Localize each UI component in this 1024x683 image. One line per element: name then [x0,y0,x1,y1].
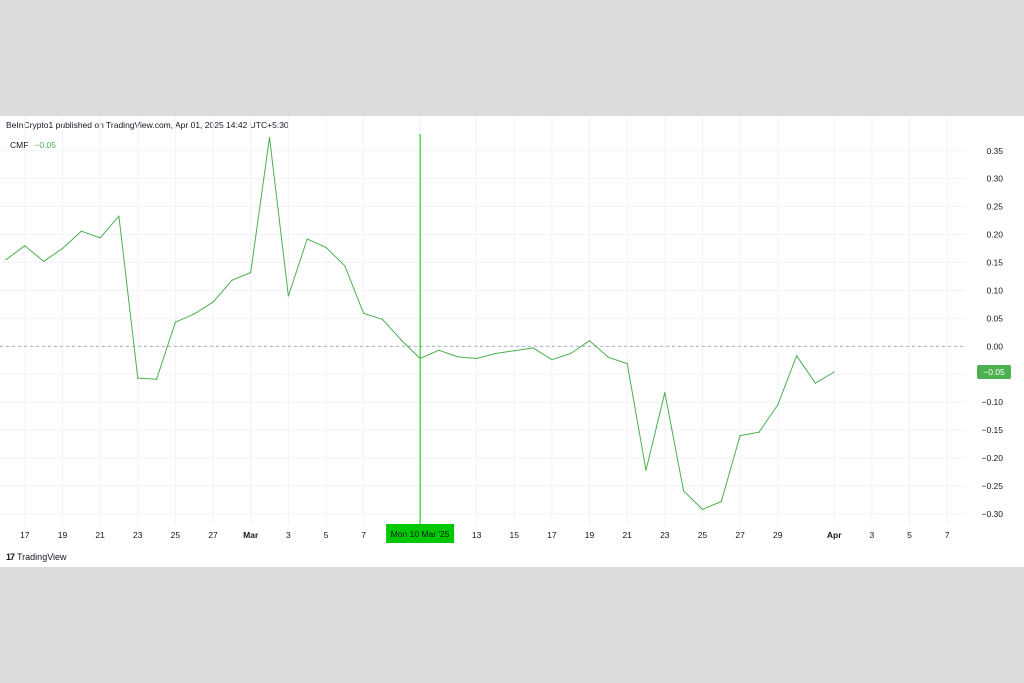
x-tick-label: 5 [907,530,912,540]
last-value-label: −0.05 [977,364,1011,379]
cmf-data-point [457,356,459,358]
cmf-data-point [607,356,609,359]
tradingview-logo[interactable]: 17 TradingView [6,552,67,562]
cmf-data-point [551,359,553,361]
cmf-data-point [306,238,308,240]
y-tick-label: 0.10 [986,285,1003,295]
cmf-data-point [570,352,572,355]
y-tick-label: 0.00 [986,341,1003,351]
cmf-data-point [739,435,741,437]
x-axis-labels: 17 19 21 23 25 27 Mar 3 5 7 13 15 17 19 21 23 25 27 29 Apr 3… [20,530,950,540]
x-tick-label: 25 [171,530,181,540]
cmf-data-point [118,215,120,217]
cmf-data-point [494,352,497,355]
x-tick-label: 25 [698,530,708,540]
cmf-data-point [174,321,177,323]
x-tick-label: 19 [58,530,68,540]
x-tick-label: 5 [324,530,329,540]
x-tick-label: 17 [20,530,30,540]
cmf-data-point [61,247,64,250]
cmf-data-point [758,431,760,433]
cmf-data-point [683,490,685,492]
cmf-data-point [438,349,440,351]
cmf-data-point [795,355,798,357]
last-value-text: −0.05 [983,367,1005,377]
cmf-data-point [419,357,421,360]
crosshair-date-text: Mon 10 Mar '25 [391,529,450,539]
x-tick-label: 17 [547,530,557,540]
crosshair-date-label: Mon 10 Mar '25 [386,524,455,543]
cmf-data-point [381,318,384,321]
cmf-data-point [325,246,327,248]
cmf-data-point [43,260,45,262]
x-tick-label: 29 [773,530,783,540]
cmf-data-point [400,339,402,341]
indicator-legend[interactable]: CMF −0.05 [10,140,56,150]
x-tick-label: 15 [510,530,520,540]
tradingview-logo-icon: 17 [6,552,15,562]
x-tick-label: 27 [735,530,745,540]
x-tick-label: 7 [361,530,366,540]
y-tick-label: −0.15 [981,425,1003,435]
x-tick-label: 21 [622,530,632,540]
x-tick-label: 13 [472,530,482,540]
indicator-name: CMF [10,140,29,150]
cmf-data-point [532,347,534,349]
y-tick-label: 0.35 [986,146,1003,156]
indicator-value: −0.05 [34,140,56,150]
cmf-data-point [777,404,779,406]
y-axis-labels: 0.35 0.30 0.25 0.20 0.15 0.10 0.05 0.00 −0.10 −0.… [981,146,1003,519]
chart-canvas[interactable]: 0.35 0.30 0.25 0.20 0.15 0.10 0.05 0.00 −0.10 −0.… [0,116,1024,567]
y-tick-label: 0.30 [986,174,1003,184]
y-tick-label: −0.20 [981,453,1003,463]
cmf-data-point [833,371,835,373]
y-tick-label: −0.10 [981,397,1003,407]
y-tick-label: −0.30 [981,509,1003,519]
y-tick-label: −0.25 [981,481,1003,491]
y-tick-label: 0.25 [986,202,1003,212]
cmf-data-point [645,469,647,471]
x-tick-label: 3 [286,530,291,540]
cmf-data-point [193,313,195,315]
cmf-data-point [212,301,214,303]
cmf-data-point [24,245,26,247]
y-tick-label: 0.15 [986,257,1003,267]
cmf-data-point [155,378,158,380]
cmf-data-point [99,237,101,239]
x-tick-label: 7 [945,530,950,540]
cmf-data-point [344,265,346,267]
x-tick-label: Apr [827,530,842,540]
cmf-data-point [137,377,139,379]
cmf-data-point [250,271,252,274]
cmf-data-point [363,312,365,314]
x-tick-label: 23 [660,530,670,540]
x-tick-label: 19 [585,530,595,540]
cmf-data-point [626,362,628,365]
grid-lines [0,116,966,525]
y-tick-label: 0.20 [986,230,1003,240]
tradingview-logo-text: TradingView [17,552,67,562]
cmf-data-point [268,136,271,138]
cmf-data-point [80,230,82,232]
x-tick-label: Mar [243,530,259,540]
x-tick-label: 23 [133,530,143,540]
cmf-data-point [287,295,289,297]
cmf-data-point [701,508,704,510]
cmf-data-point [814,382,817,384]
chart-frame: BeInCrypto1 published on TradingView.com… [0,116,1024,567]
cmf-data-point [231,279,233,281]
cmf-data-point [5,259,7,261]
x-tick-label: 3 [870,530,875,540]
y-tick-label: 0.05 [986,313,1003,323]
cmf-data-point [588,340,591,342]
cmf-data-point [720,500,722,503]
x-tick-label: 21 [95,530,105,540]
x-tick-label: 27 [208,530,218,540]
cmf-data-point [664,392,666,394]
cmf-data-point [475,357,478,360]
cmf-data-point [513,350,515,352]
